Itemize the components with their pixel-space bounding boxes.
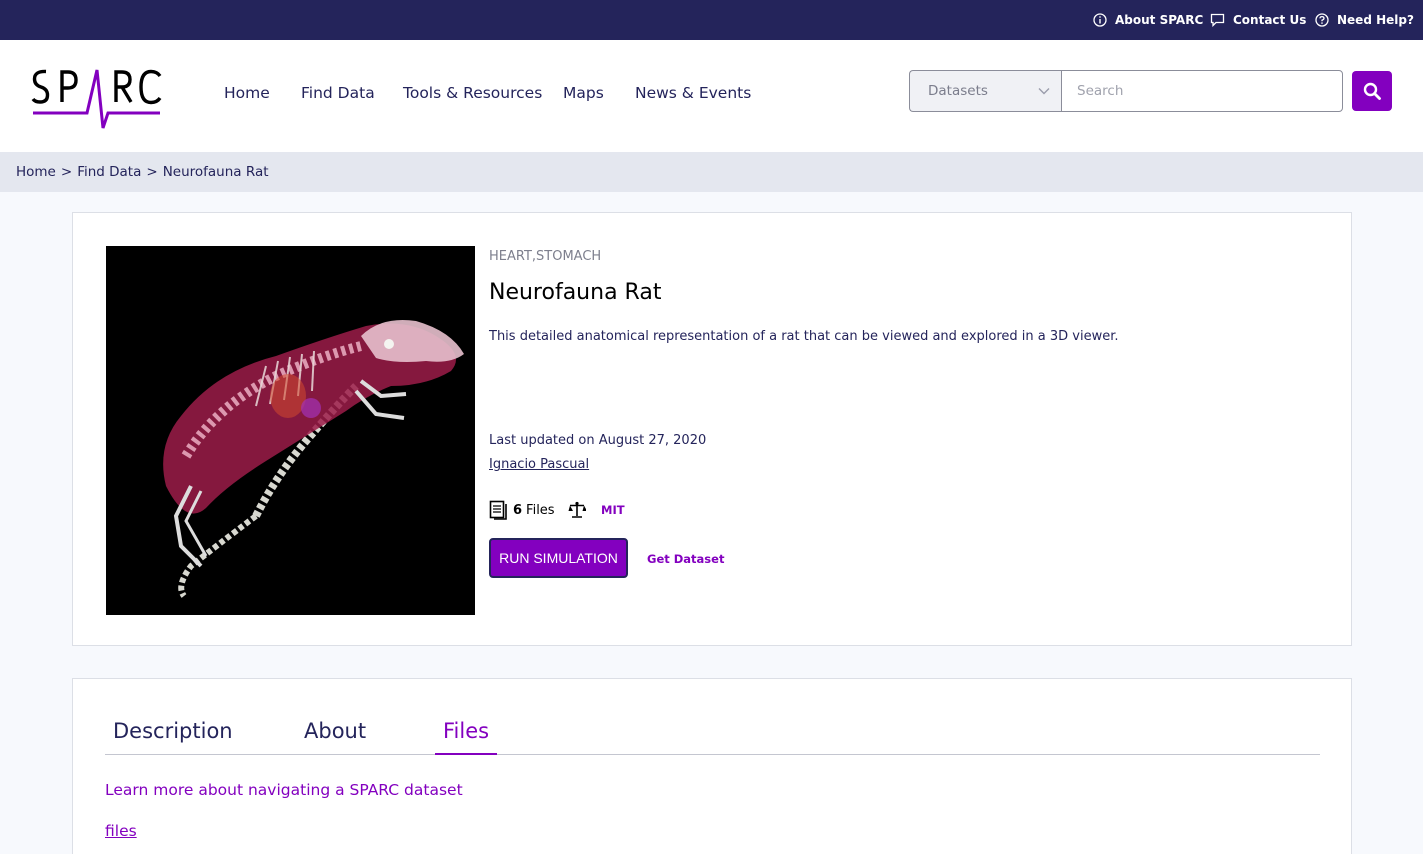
top-bar: About SPARC Contact Us Need Help? [0, 0, 1423, 40]
breadcrumb: Home > Find Data > Neurofauna Rat [0, 152, 1423, 192]
dataset-meta: 6 Files [489, 499, 586, 521]
breadcrumb-current: Neurofauna Rat [162, 164, 269, 180]
search-icon [1363, 82, 1381, 100]
breadcrumb-separator: > [60, 164, 73, 180]
nav-news-events[interactable]: News & Events [635, 84, 751, 102]
about-sparc-label: About SPARC [1115, 13, 1204, 27]
license-scale-icon [568, 501, 586, 518]
search-type-value: Datasets [928, 83, 988, 99]
dataset-author-link[interactable]: Ignacio Pascual [489, 457, 589, 472]
breadcrumb-home[interactable]: Home [16, 164, 56, 180]
tab-about[interactable]: About [296, 719, 374, 755]
search-type-select[interactable]: Datasets [909, 70, 1062, 112]
chevron-down-icon [1038, 88, 1050, 95]
need-help-label: Need Help? [1337, 13, 1414, 27]
need-help-link[interactable]: Need Help? [1315, 0, 1414, 40]
dataset-thumbnail [106, 246, 475, 615]
dataset-details-card: Description About Files Learn more about… [72, 678, 1352, 854]
help-icon [1315, 13, 1329, 27]
breadcrumb-find-data[interactable]: Find Data [77, 164, 141, 180]
nav-tools-resources[interactable]: Tools & Resources [403, 84, 542, 102]
about-sparc-link[interactable]: About SPARC [1093, 0, 1203, 40]
site-header: Home Find Data Tools & Resources Maps Ne… [0, 40, 1423, 152]
get-dataset-link[interactable]: Get Dataset [647, 552, 724, 566]
nav-find-data[interactable]: Find Data [301, 84, 375, 102]
search-button[interactable] [1352, 71, 1392, 111]
dataset-updated: Last updated on August 27, 2020 [489, 433, 707, 448]
dataset-description: This detailed anatomical representation … [489, 329, 1119, 344]
run-simulation-button[interactable]: RUN SIMULATION [489, 538, 628, 578]
info-icon [1093, 13, 1107, 27]
license-link[interactable]: MIT [601, 503, 625, 517]
files-icon [489, 500, 507, 520]
nav-home[interactable]: Home [224, 84, 270, 102]
dataset-summary-card: HEART,STOMACH Neurofauna Rat This detail… [72, 212, 1352, 646]
chat-icon [1210, 13, 1225, 27]
contact-us-link[interactable]: Contact Us [1210, 0, 1306, 40]
dataset-title: Neurofauna Rat [489, 280, 662, 305]
search-input[interactable] [1061, 70, 1343, 112]
learn-more-link[interactable]: Learn more about navigating a SPARC data… [105, 781, 463, 799]
files-link[interactable]: files [105, 822, 137, 840]
contact-us-label: Contact Us [1233, 13, 1307, 27]
tab-description[interactable]: Description [105, 719, 241, 755]
files-label: Files [526, 502, 555, 518]
sparc-logo[interactable] [30, 68, 164, 134]
details-tabs: Description About Files [105, 719, 1320, 755]
breadcrumb-separator: > [146, 164, 158, 180]
dataset-organs: HEART,STOMACH [489, 249, 602, 264]
nav-maps[interactable]: Maps [563, 84, 604, 102]
file-count: 6 [513, 502, 523, 518]
tab-files[interactable]: Files [435, 719, 498, 755]
